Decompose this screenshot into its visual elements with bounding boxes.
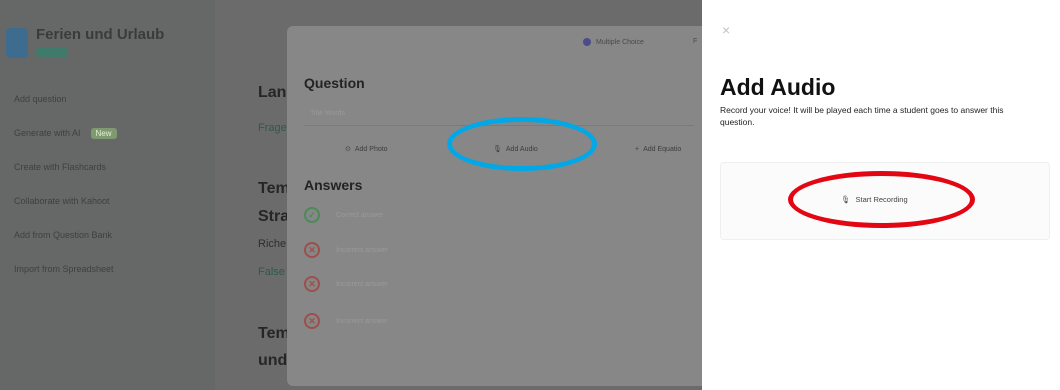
answer-row[interactable]: ✓ Correct answer <box>304 203 694 227</box>
panel-description: Record your voice! It will be played eac… <box>720 105 1004 127</box>
question-type-selector[interactable]: Multiple Choice <box>583 38 644 46</box>
check-icon[interactable]: ✓ <box>304 207 320 223</box>
question-type-label: Multiple Choice <box>596 38 644 46</box>
sidebar-item-generate-ai[interactable]: Generate with AI New <box>14 116 204 150</box>
sidebar-item-label: Create with Flashcards <box>14 162 107 172</box>
answer-row[interactable]: ✕ Incorrect answer <box>304 272 694 296</box>
close-icon[interactable]: × <box>722 22 730 38</box>
cross-icon[interactable]: ✕ <box>304 242 320 258</box>
add-equation-button[interactable]: + Add Equatio <box>635 138 681 160</box>
add-photo-label: Add Photo <box>354 145 388 153</box>
radio-icon <box>583 38 591 46</box>
answer-row[interactable]: ✕ Incorrect answer <box>304 309 694 333</box>
set-logo <box>6 28 28 58</box>
sidebar-item-label: Import from Spreadsheet <box>14 264 114 274</box>
new-badge: New <box>90 127 117 139</box>
sidebar-nav: Add question Generate with AI New Create … <box>14 82 204 286</box>
set-badge <box>36 48 68 57</box>
question-heading: und <box>258 352 288 369</box>
answers-label: Answers <box>304 177 363 193</box>
set-title: Ferien und Urlaub <box>36 26 165 43</box>
sidebar-item-label: Generate with AI <box>14 128 81 138</box>
sidebar-item-import[interactable]: Import from Spreadsheet <box>14 252 204 286</box>
question-label: Question <box>304 75 365 91</box>
answer-text: Incorrect answer <box>336 246 388 254</box>
cross-icon[interactable]: ✕ <box>304 313 320 329</box>
equation-icon: + <box>635 145 640 153</box>
sidebar-item-flashcards[interactable]: Create with Flashcards <box>14 150 204 184</box>
answer-row[interactable]: ✕ Incorrect answer <box>304 238 694 262</box>
sidebar: Ferien und Urlaub Add question Generate … <box>0 0 215 390</box>
sidebar-item-label: Add question <box>14 94 67 104</box>
sidebar-item-add-question[interactable]: Add question <box>14 82 204 116</box>
question-modal: Multiple Choice F Question Title Words ⊙… <box>287 26 707 386</box>
answer-text: Correct answer <box>336 211 384 219</box>
question-heading: Lan <box>258 84 287 101</box>
start-recording-highlight <box>788 171 975 228</box>
question-subtext: Frage <box>258 122 287 134</box>
add-photo-button[interactable]: ⊙ Add Photo <box>345 138 388 160</box>
answer-text: Incorrect answer <box>336 317 388 325</box>
panel-title: Add Audio <box>720 74 836 100</box>
add-equation-label: Add Equatio <box>643 145 682 153</box>
question-heading: Stra <box>258 208 290 225</box>
cross-icon[interactable]: ✕ <box>304 276 320 292</box>
question-heading: Tem <box>258 325 290 342</box>
photo-icon: ⊙ <box>345 146 351 153</box>
sidebar-item-label: Add from Question Bank <box>14 230 113 240</box>
sidebar-item-label: Collaborate with Kahoot <box>14 196 110 206</box>
add-audio-highlight <box>447 117 597 171</box>
answer-text: Incorrect answer <box>336 280 388 288</box>
question-heading: Tem <box>258 180 290 197</box>
question-type-more[interactable]: F <box>693 38 697 45</box>
question-subtext: False <box>258 266 285 278</box>
question-subtext: Riche <box>258 238 287 250</box>
sidebar-item-question-bank[interactable]: Add from Question Bank <box>14 218 204 252</box>
sidebar-item-collaborate[interactable]: Collaborate with Kahoot <box>14 184 204 218</box>
